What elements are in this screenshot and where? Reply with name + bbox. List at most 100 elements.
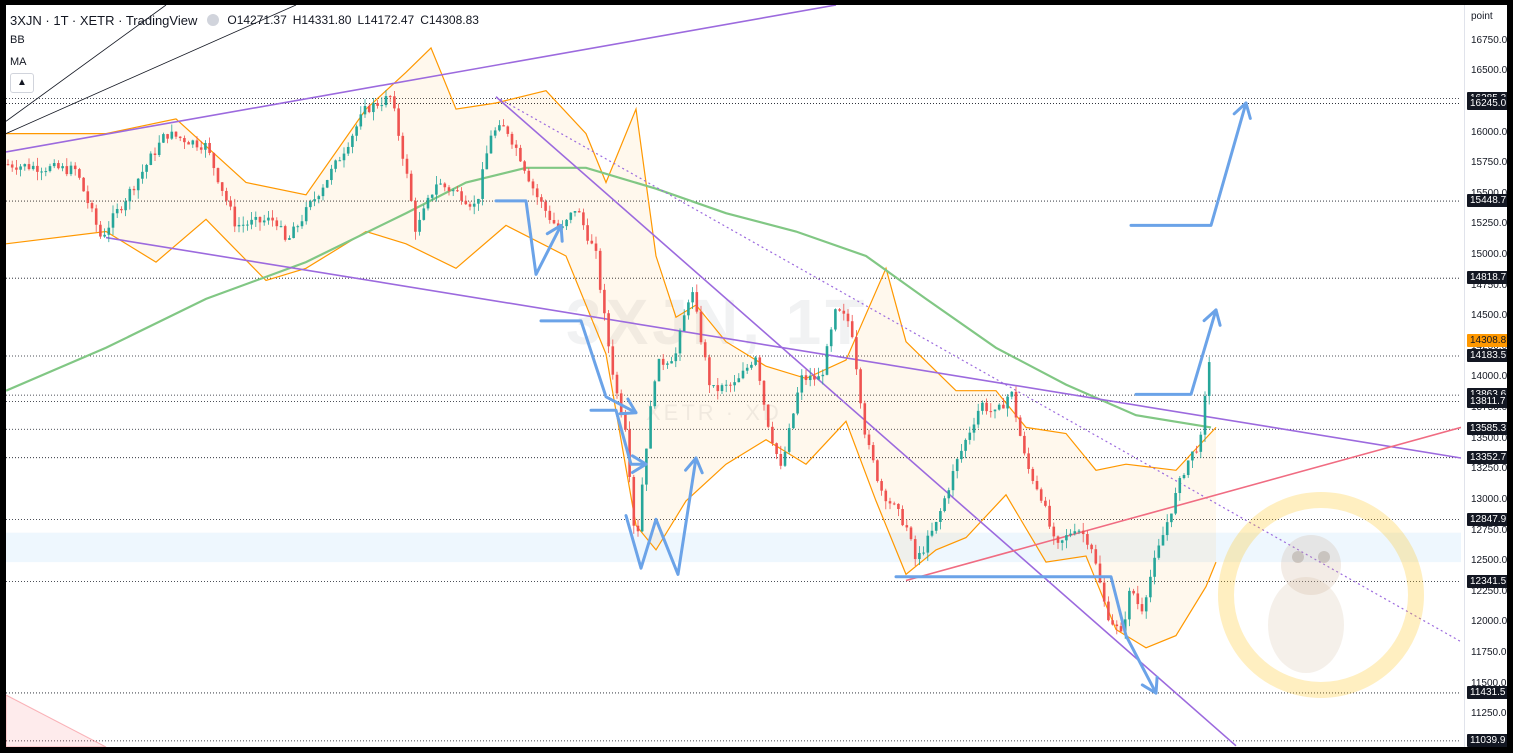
chevron-up-icon[interactable]: ▲ [10,73,34,93]
candle-body [191,140,195,145]
candle-body [477,198,480,204]
candle-body [514,144,518,148]
price-axis[interactable]: point 16750.016500.016250.016000.015750.… [1464,5,1507,747]
candle-body [808,375,812,381]
candle-body [968,432,972,440]
candle-body [271,217,274,221]
candle-body [267,217,270,221]
candle-body [393,96,396,109]
candle-body [913,539,917,560]
candle-body [540,197,543,202]
candle-body [1069,533,1072,536]
candle-body [372,102,375,113]
candle-body [981,402,984,411]
candle-body [262,220,266,223]
candle-body [695,292,699,312]
candle-body [993,409,997,412]
candle-body [27,164,31,170]
candle-body [1060,540,1064,543]
candle-body [1170,513,1173,523]
candle-body [460,191,463,201]
candle-body [582,212,585,226]
candle-body [960,450,963,460]
price-tick-label: 11750.0 [1471,646,1507,658]
candle-body [174,131,178,137]
candle-body [1090,544,1093,550]
candle-body [1098,563,1102,583]
candle-body [1153,557,1156,577]
candle-body [892,503,896,505]
candle-body [813,375,816,380]
candle-body [1144,597,1148,612]
candle-body [724,384,728,386]
candle-body [1002,404,1005,409]
axis-unit: point [1471,11,1493,22]
price-tick-label: 11250.0 [1471,708,1507,720]
candle-body [334,160,337,169]
candle-body [745,367,749,371]
candle-body [86,191,90,204]
candle-body [40,171,43,173]
candle-body [145,164,148,172]
candle-body [451,190,455,192]
candle-body [464,200,468,205]
candle-body [409,173,413,201]
monkey-logo-watermark [1218,492,1424,698]
candle-body [741,370,745,379]
candle-body [985,402,988,412]
candle-body [220,182,224,191]
candle-body [342,153,346,161]
candle-body [376,102,379,106]
candle-body [573,211,577,213]
indicator-bb[interactable]: BB [10,29,485,51]
candle-body [733,382,736,386]
symbol-title[interactable]: 3XJN · 1T · XETR · TradingView [10,13,197,28]
level-price-tag: 12847.9 [1467,512,1507,526]
candle-body [439,183,442,185]
candle-body [443,183,447,188]
candle-body [964,439,967,451]
candle-body [997,404,1001,410]
candle-body [57,163,60,169]
candle-body [414,200,417,232]
candle-body [61,166,64,169]
market-status-icon [207,14,220,26]
candle-body [128,188,132,202]
chart-panel[interactable]: 3XJN, 1T XETR · XD 3XJN · 1T · XETR · Tr… [6,5,1507,747]
candle-body [351,135,354,147]
candle-body [783,451,787,466]
candle-body [65,166,69,175]
candle-body [901,509,904,526]
candle-body [519,147,522,162]
candle-body [594,243,598,251]
projection-arrow [1134,308,1218,396]
plot-area[interactable]: 3XJN, 1T XETR · XD 3XJN · 1T · XETR · Tr… [6,5,1461,747]
candle-body [296,226,300,228]
open-value: O14271.37 [227,13,287,27]
candle-body [275,220,279,227]
candle-body [183,138,186,143]
current-price-tag: 14308.8 [1467,333,1507,347]
candle-body [649,406,652,449]
candle-body [863,403,867,435]
candle-body [1048,505,1051,527]
indicator-ma[interactable]: MA [10,51,485,73]
price-chart[interactable] [6,5,1461,747]
candle-body [674,353,678,362]
candle-body [888,501,892,504]
candle-body [1035,480,1039,490]
candle-body [208,142,211,153]
price-tick-label: 16750.0 [1471,34,1507,46]
candle-body [1111,620,1114,625]
candle-body [934,521,938,531]
level-price-tag: 13352.7 [1467,450,1507,464]
candle-body [779,454,783,466]
candle-body [1102,582,1106,602]
candle-body [502,125,505,127]
candle-body [107,227,111,235]
candle-body [1191,451,1194,461]
candle-body [103,234,106,237]
candle-body [880,481,883,491]
candle-body [48,166,52,172]
candle-body [10,164,14,168]
